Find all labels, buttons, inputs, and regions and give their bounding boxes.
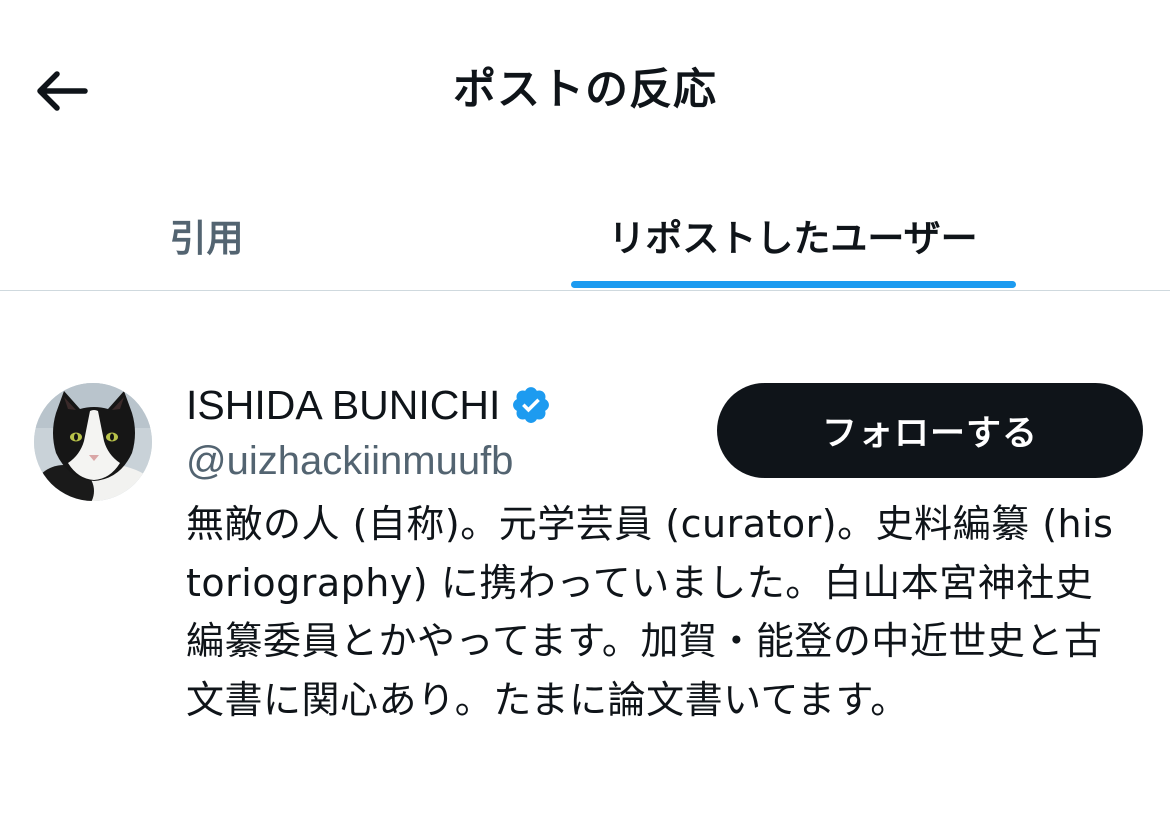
active-tab-indicator [571,281,1016,288]
cat-avatar-image [34,383,152,501]
top-bar: ポストの反応 [0,0,1170,180]
display-name-row[interactable]: ISHIDA BUNICHI [186,375,552,435]
user-handle[interactable]: @uizhackiinmuufb [186,431,513,491]
follow-button[interactable]: フォローする [717,383,1143,478]
tab-reposted-by[interactable]: リポストしたユーザー [560,180,1026,290]
tab-bar: 引用 リポストしたユーザー [0,180,1170,291]
avatar[interactable] [34,383,152,501]
page-title: ポストの反応 [453,65,717,115]
tab-quotes[interactable]: 引用 [0,180,413,290]
verified-badge-icon [513,387,550,423]
display-name[interactable]: ISHIDA BUNICHI [186,382,500,429]
user-cell[interactable]: ISHIDA BUNICHI @uizhackiinmuufb フォローする 無… [0,291,1170,835]
user-bio: 無敵の人 (自称)。元学芸員 (curator)。史料編纂 (historiog… [186,502,1114,722]
